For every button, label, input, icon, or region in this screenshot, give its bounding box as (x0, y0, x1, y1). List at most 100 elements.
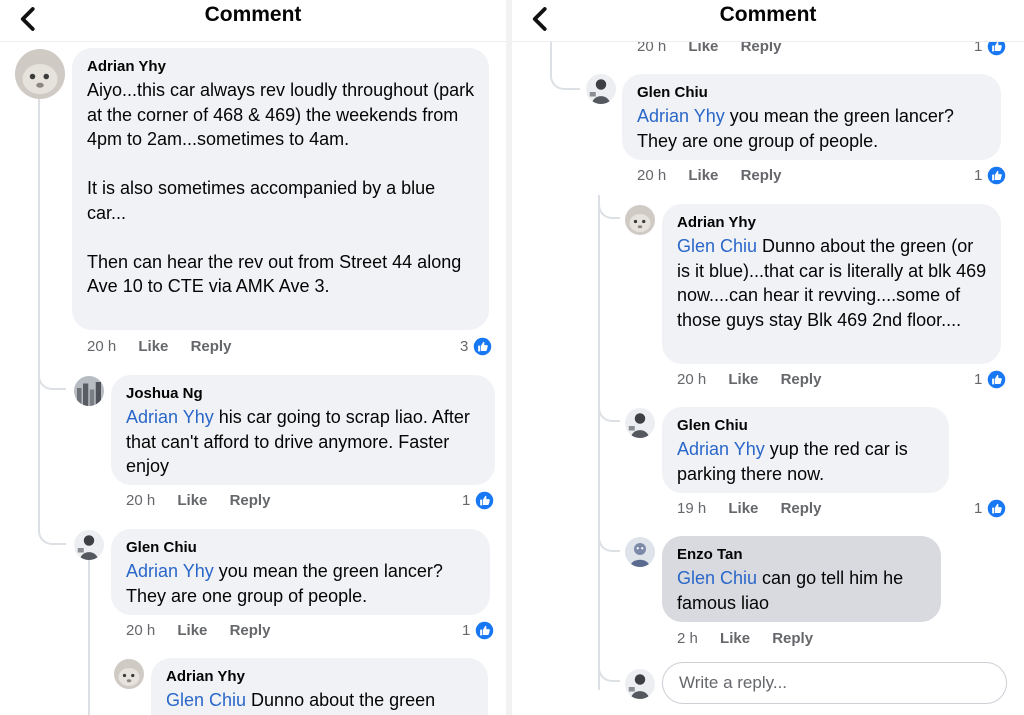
thread-connector (38, 370, 66, 390)
like-thumb-icon (474, 620, 495, 641)
reaction-count[interactable]: 1 (462, 490, 495, 511)
comment-time: 2 h (677, 630, 698, 647)
reply-button[interactable]: Reply (772, 630, 813, 647)
comment-author[interactable]: Glen Chiu (126, 538, 476, 558)
thread-line (598, 200, 600, 690)
reaction-number: 1 (974, 371, 983, 388)
avatar[interactable] (74, 530, 104, 560)
comment-time: 20 h (126, 622, 156, 639)
comment-meta: 2 h Like Reply (677, 630, 831, 647)
like-button[interactable]: Like (177, 492, 207, 509)
comment-text: Adrian Yhy his car going to scrap liao. … (126, 405, 481, 479)
reaction-count[interactable]: 3 (460, 336, 493, 357)
comment-meta: 20 h Like Reply (126, 622, 288, 639)
mention-link[interactable]: Adrian Yhy (126, 407, 214, 427)
comment-author[interactable]: Enzo Tan (677, 545, 927, 565)
thread-connector (598, 660, 620, 682)
avatar[interactable] (625, 537, 655, 567)
comment-bubble: Adrian Yhy Glen Chiu Dunno about the gre… (662, 204, 1001, 364)
like-button[interactable]: Like (720, 630, 750, 647)
thread-connector (598, 400, 620, 422)
reaction-count[interactable]: 1 (974, 165, 1007, 186)
reply-button[interactable]: Reply (781, 500, 822, 517)
avatar[interactable] (625, 408, 655, 438)
like-thumb-icon (986, 498, 1007, 519)
avatar[interactable] (15, 49, 65, 99)
comment-text: Adrian Yhy you mean the green lancer? Th… (637, 104, 987, 153)
comment-time: 20 h (637, 167, 667, 184)
mention-link[interactable]: Adrian Yhy (637, 106, 725, 126)
comment-bubble: Adrian Yhy Aiyo...this car always rev lo… (72, 48, 489, 330)
reply-button[interactable]: Reply (781, 371, 822, 388)
comment-time: 20 h (126, 492, 156, 509)
comment-text: Adrian Yhy yup the red car is parking th… (677, 437, 935, 486)
like-button[interactable]: Like (728, 500, 758, 517)
avatar[interactable] (114, 659, 144, 689)
like-thumb-icon (986, 165, 1007, 186)
reply-input[interactable] (662, 662, 1007, 704)
comment-meta: 20 h Like Reply (677, 371, 839, 388)
comment-text: Glen Chiu Dunno about the green (166, 688, 474, 713)
comment-bubble: Glen Chiu Adrian Yhy yup the red car is … (662, 407, 949, 493)
page-title: Comment (719, 3, 817, 26)
mention-link[interactable]: Adrian Yhy (126, 561, 214, 581)
reaction-number: 3 (460, 338, 469, 355)
reaction-count[interactable]: 1 (974, 498, 1007, 519)
thread-connector (598, 530, 620, 552)
reply-button[interactable]: Reply (741, 167, 782, 184)
reply-button[interactable]: Reply (191, 338, 232, 355)
mention-link[interactable]: Adrian Yhy (677, 439, 765, 459)
like-button[interactable]: Like (138, 338, 168, 355)
top-bar: Comment (512, 0, 1024, 42)
avatar[interactable] (625, 205, 655, 235)
like-button[interactable]: Like (728, 371, 758, 388)
like-button[interactable]: Like (688, 167, 718, 184)
comment-author[interactable]: Adrian Yhy (677, 213, 987, 233)
comment-author[interactable]: Glen Chiu (637, 83, 987, 103)
thread-line (38, 98, 40, 398)
thread-connector (38, 395, 66, 545)
avatar[interactable] (625, 669, 655, 699)
reaction-number: 1 (462, 492, 471, 509)
comment-body: Dunno about the green (246, 690, 436, 710)
comment-author[interactable]: Glen Chiu (677, 416, 935, 436)
reaction-count[interactable]: 1 (974, 369, 1007, 390)
right-comment-panel: Comment 20 h Like Reply 1 Glen Chiu Adri… (512, 0, 1024, 715)
page-title: Comment (204, 3, 302, 26)
comment-text: Aiyo...this car always rev loudly throug… (87, 80, 475, 296)
mention-link[interactable]: Glen Chiu (677, 568, 757, 588)
mention-link[interactable]: Glen Chiu (677, 236, 757, 256)
top-bar: Comment (0, 0, 506, 42)
comment-bubble: Enzo Tan Glen Chiu can go tell him he fa… (662, 536, 941, 622)
comment-author[interactable]: Adrian Yhy (166, 667, 474, 687)
comment-bubble: Adrian Yhy Glen Chiu Dunno about the gre… (151, 658, 488, 715)
reaction-count[interactable]: 1 (462, 620, 495, 641)
comment-meta: 20 h Like Reply (126, 492, 288, 509)
comment-text: Glen Chiu can go tell him he famous liao (677, 566, 927, 615)
comment-text: Adrian Yhy you mean the green lancer? Th… (126, 559, 476, 608)
comment-bubble: Glen Chiu Adrian Yhy you mean the green … (111, 529, 490, 615)
comment-text: Glen Chiu Dunno about the green (or is i… (677, 234, 987, 332)
comment-author[interactable]: Adrian Yhy (87, 57, 475, 77)
thread-connector (550, 42, 580, 90)
like-button[interactable]: Like (177, 622, 207, 639)
comment-time: 19 h (677, 500, 707, 517)
like-thumb-icon (472, 336, 493, 357)
like-thumb-icon (986, 369, 1007, 390)
reaction-number: 1 (974, 500, 983, 517)
comment-time: 20 h (677, 371, 707, 388)
comment-bubble: Glen Chiu Adrian Yhy you mean the green … (622, 74, 1001, 160)
thread-line (88, 560, 90, 715)
comment-time: 20 h (87, 338, 117, 355)
reply-button[interactable]: Reply (230, 622, 271, 639)
reaction-number: 1 (974, 167, 983, 184)
avatar[interactable] (586, 74, 616, 104)
avatar[interactable] (74, 376, 104, 406)
reply-button[interactable]: Reply (230, 492, 271, 509)
comment-author[interactable]: Joshua Ng (126, 384, 481, 404)
comment-bubble: Joshua Ng Adrian Yhy his car going to sc… (111, 375, 495, 485)
mention-link[interactable]: Glen Chiu (166, 690, 246, 710)
comment-meta: 20 h Like Reply (87, 338, 249, 355)
reaction-number: 1 (462, 622, 471, 639)
comment-meta: 19 h Like Reply (677, 500, 839, 517)
